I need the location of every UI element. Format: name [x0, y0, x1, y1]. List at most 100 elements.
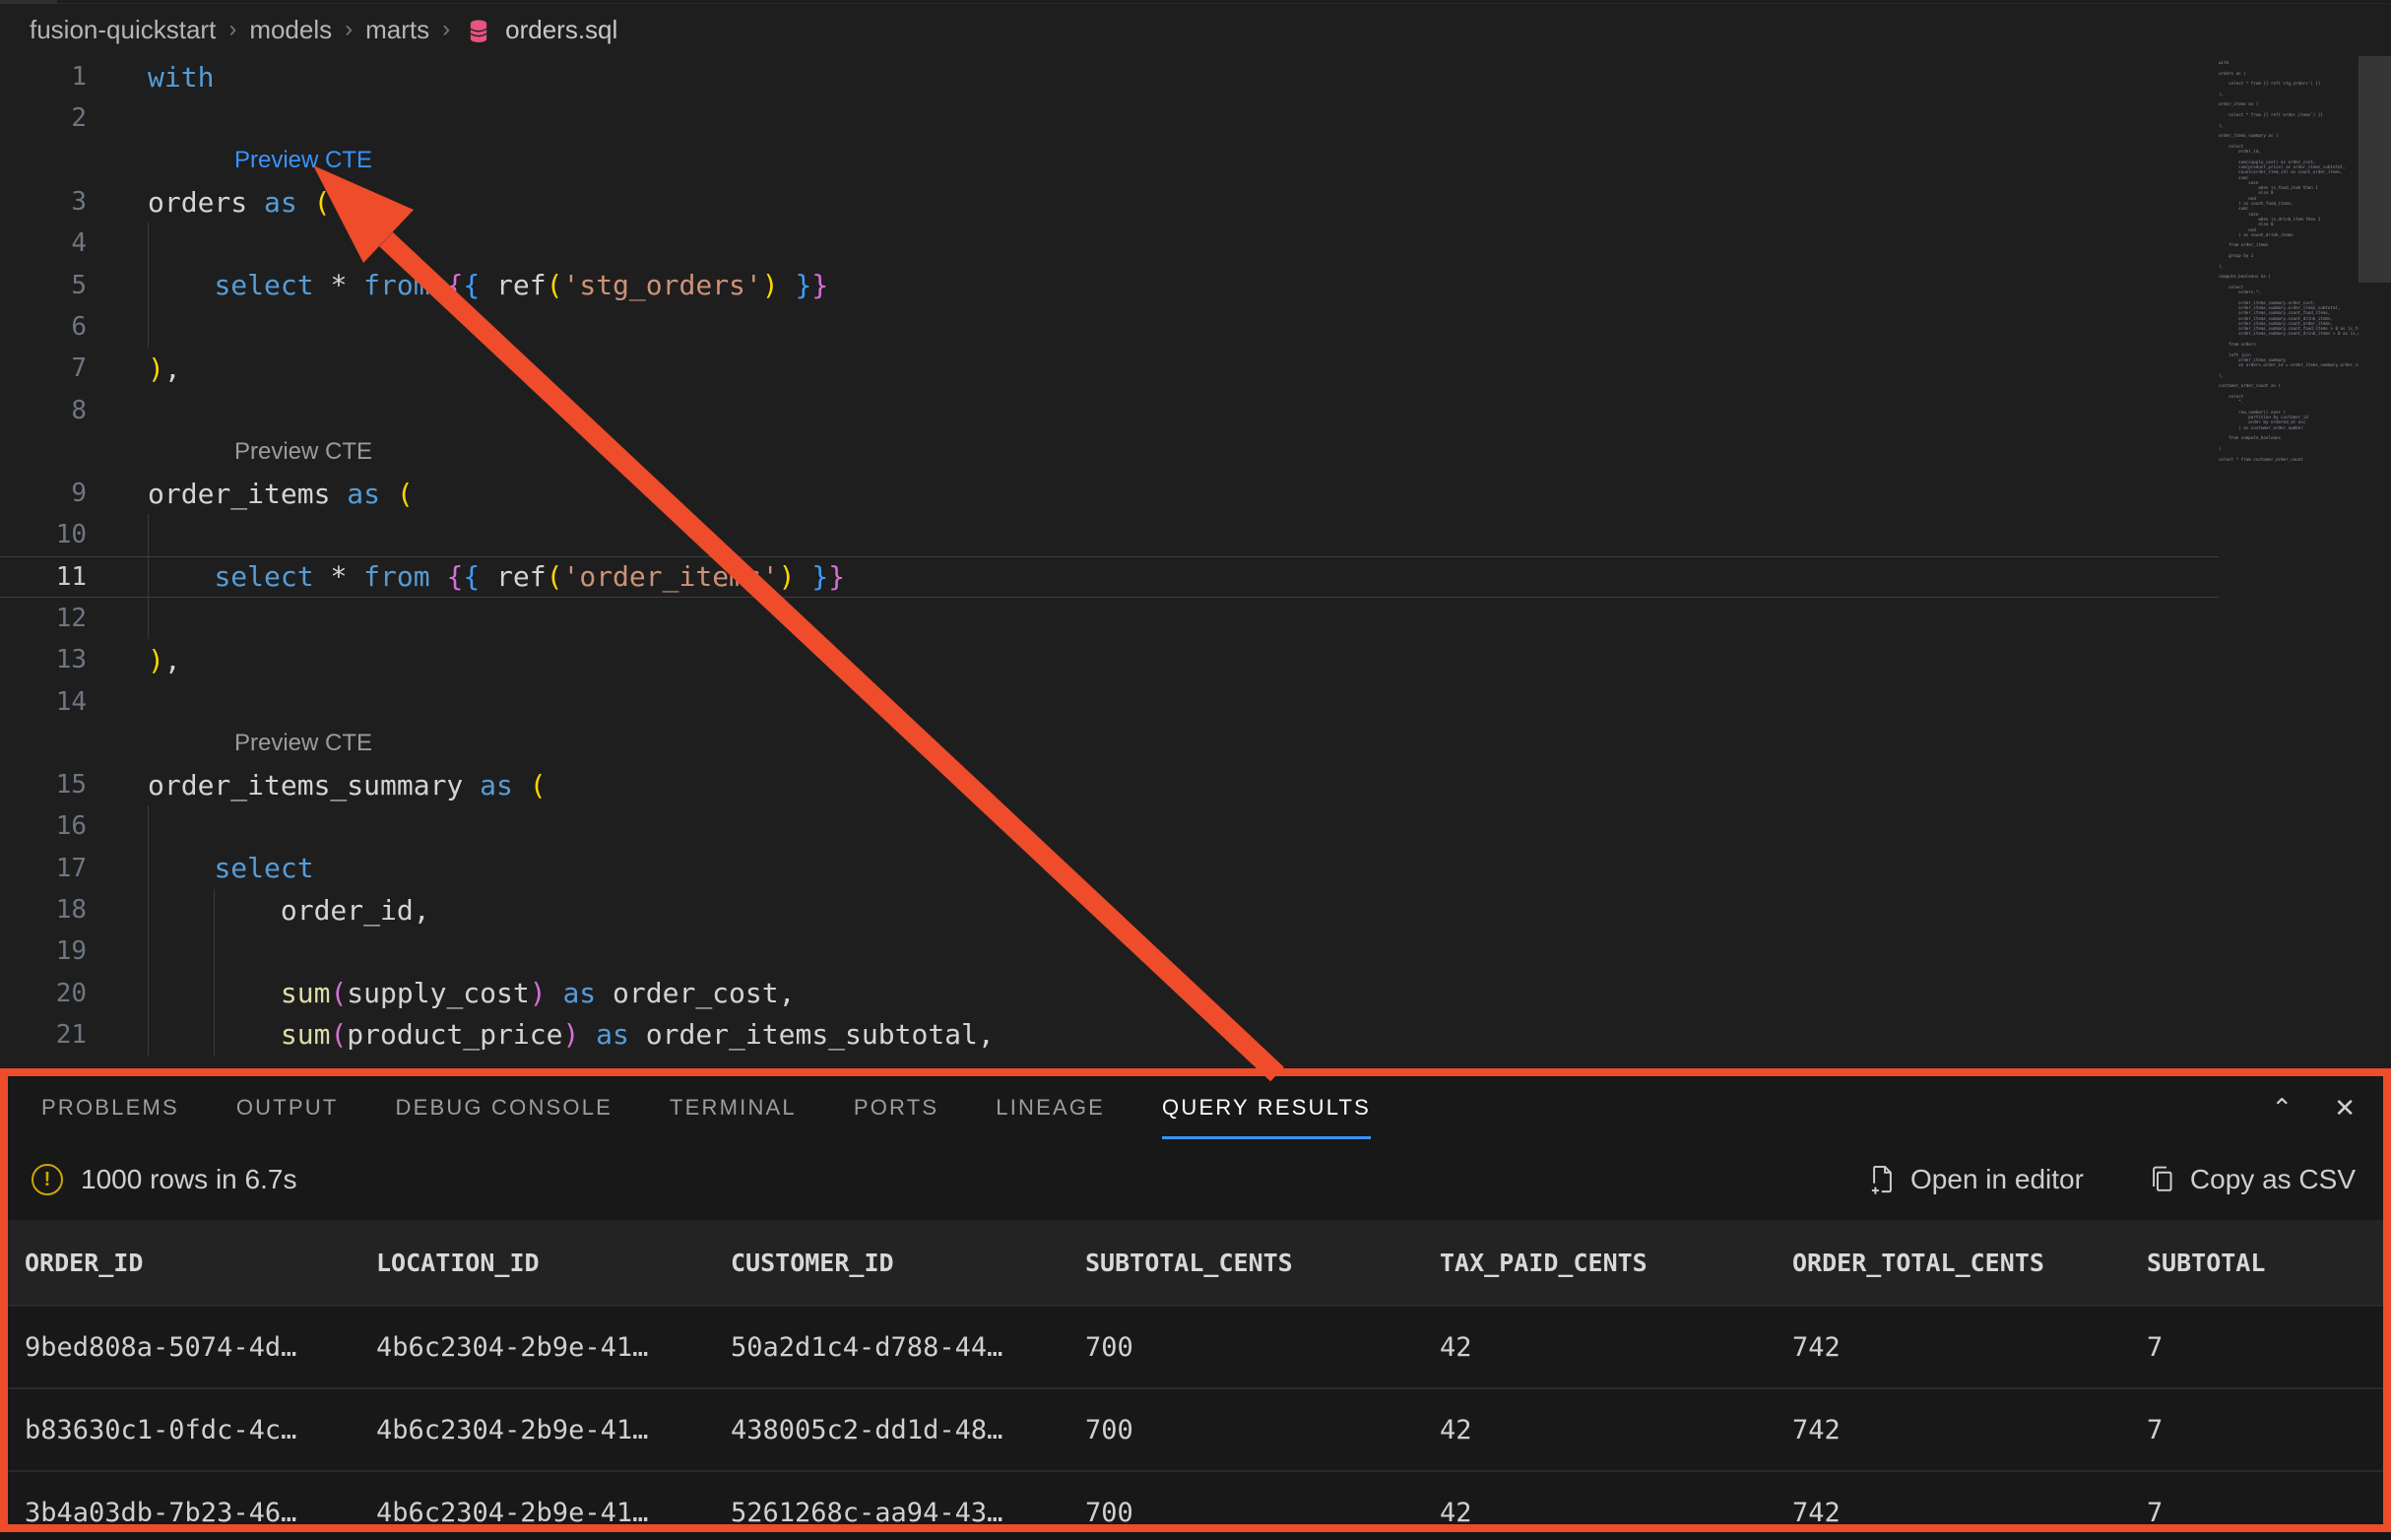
column-header[interactable]: ORDER_TOTAL_CENTS [1792, 1249, 2147, 1277]
preview-cte-link[interactable]: Preview CTE [234, 147, 372, 174]
tab-terminal[interactable]: TERMINAL [670, 1076, 797, 1139]
code-text[interactable] [148, 930, 2359, 972]
code-lens-row: Preview CTE [0, 431, 2359, 473]
code-text[interactable]: sum(supply_cost) as order_cost, [148, 973, 2359, 1014]
indent-guide [148, 889, 149, 930]
column-header[interactable]: SUBTOTAL [2147, 1249, 2383, 1277]
line-number: 6 [0, 312, 87, 342]
line-number: 21 [0, 1020, 87, 1050]
table-cell: b83630c1-0fdc-4c… [25, 1415, 376, 1445]
tab-ports[interactable]: PORTS [854, 1076, 938, 1139]
code-text[interactable] [148, 805, 2359, 847]
column-header[interactable]: LOCATION_ID [376, 1249, 731, 1277]
code-text[interactable]: ), [148, 348, 2359, 389]
code-text[interactable] [148, 680, 2359, 722]
tab-lineage[interactable]: LINEAGE [996, 1076, 1105, 1139]
code-line: 19 [0, 930, 2359, 972]
column-header[interactable]: ORDER_ID [25, 1249, 376, 1277]
code-text[interactable] [148, 598, 2359, 639]
code-text[interactable] [148, 223, 2359, 264]
editor-scrollbar[interactable] [2359, 56, 2391, 283]
table-cell: 700 [1085, 1415, 1440, 1445]
code-line: 21 sum(product_price) as order_items_sub… [0, 1014, 2359, 1056]
chevron-up-icon[interactable]: ⌃ [2271, 1095, 2293, 1121]
breadcrumb: fusion-quickstart › models › marts › orders.… [0, 4, 2391, 55]
line-number: 3 [0, 187, 87, 217]
table-cell: 7 [2147, 1415, 2383, 1445]
indent-guide [148, 848, 149, 889]
code-text[interactable]: sum(product_price) as order_items_subtot… [148, 1014, 2359, 1056]
breadcrumb-separator: › [228, 16, 236, 43]
code-text[interactable] [148, 514, 2359, 555]
copy-as-csv-button[interactable]: Copy as CSV [2149, 1164, 2356, 1195]
table-cell: 42 [1440, 1332, 1792, 1363]
tab-output[interactable]: OUTPUT [236, 1076, 339, 1139]
table-cell: 742 [1792, 1332, 2147, 1363]
indent-guide [148, 264, 149, 305]
warning-icon: ! [32, 1164, 63, 1195]
minimap[interactable]: with orders as ( select * from {{ ref('s… [2219, 56, 2359, 667]
table-cell: 9bed808a-5074-4d… [25, 1332, 376, 1363]
table-cell: 5261268c-aa94-43… [731, 1498, 1085, 1528]
breadcrumb-item[interactable]: fusion-quickstart [30, 15, 216, 45]
code-line: 4 [0, 223, 2359, 264]
table-cell: 42 [1440, 1498, 1792, 1528]
column-header[interactable]: TAX_PAID_CENTS [1440, 1249, 1792, 1277]
tab-problems[interactable]: PROBLEMS [41, 1076, 179, 1139]
indent-guide [214, 889, 215, 930]
code-text[interactable]: with [148, 56, 2359, 97]
table-cell: 4b6c2304-2b9e-41… [376, 1332, 731, 1363]
breadcrumb-separator: › [345, 16, 353, 43]
indent-guide [214, 930, 215, 972]
line-number: 19 [0, 936, 87, 966]
tab-query-results[interactable]: QUERY RESULTS [1162, 1076, 1371, 1139]
code-text[interactable]: ), [148, 639, 2359, 680]
code-text[interactable]: order_items_summary as ( [148, 764, 2359, 805]
code-line: 20 sum(supply_cost) as order_cost, [0, 973, 2359, 1014]
table-cell: 742 [1792, 1498, 2147, 1528]
line-number: 1 [0, 62, 87, 92]
code-text[interactable]: select [148, 848, 2359, 889]
line-number: 18 [0, 895, 87, 925]
breadcrumb-item[interactable]: marts [365, 15, 429, 45]
table-row[interactable]: 9bed808a-5074-4d…4b6c2304-2b9e-41…50a2d1… [8, 1305, 2383, 1387]
code-line: 6 [0, 306, 2359, 348]
column-header[interactable]: SUBTOTAL_CENTS [1085, 1249, 1440, 1277]
preview-cte-link[interactable]: Preview CTE [234, 730, 372, 757]
open-in-editor-button[interactable]: Open in editor [1869, 1164, 2084, 1195]
code-text[interactable]: order_id, [148, 889, 2359, 930]
breadcrumb-separator: › [442, 16, 450, 43]
table-row[interactable]: b83630c1-0fdc-4c…4b6c2304-2b9e-41…438005… [8, 1387, 2383, 1470]
preview-cte-link[interactable]: Preview CTE [234, 438, 372, 466]
table-cell: 50a2d1c4-d788-44… [731, 1332, 1085, 1363]
code-line: 15order_items_summary as ( [0, 764, 2359, 805]
indent-guide [214, 973, 215, 1014]
breadcrumb-item[interactable]: models [249, 15, 332, 45]
code-area[interactable]: 1 with2 Preview CTE 3 orders as (4 5 select *… [0, 56, 2359, 1056]
code-text[interactable]: order_items as ( [148, 473, 2359, 514]
code-line: 2 [0, 97, 2359, 139]
line-number: 11 [0, 562, 87, 592]
code-text[interactable] [148, 97, 2359, 139]
line-number: 5 [0, 271, 87, 300]
line-number: 10 [0, 520, 87, 549]
indent-guide [214, 1014, 215, 1056]
code-text[interactable] [148, 389, 2359, 430]
code-line: 1 with [0, 56, 2359, 97]
tab-debug-console[interactable]: DEBUG CONSOLE [396, 1076, 614, 1139]
close-icon[interactable]: ✕ [2334, 1095, 2356, 1121]
table-row[interactable]: 3b4a03db-7b23-46…4b6c2304-2b9e-41…526126… [8, 1470, 2383, 1532]
table-cell: 42 [1440, 1415, 1792, 1445]
breadcrumb-file[interactable]: orders.sql [505, 15, 617, 45]
line-number: 16 [0, 811, 87, 841]
indent-guide [148, 223, 149, 264]
code-text[interactable]: orders as ( [148, 181, 2359, 223]
code-text[interactable]: select * from {{ ref('stg_orders') }} [148, 264, 2359, 305]
code-text[interactable] [148, 306, 2359, 348]
results-status: 1000 rows in 6.7s [81, 1164, 296, 1195]
line-number: 20 [0, 979, 87, 1008]
code-lens-row: Preview CTE [0, 140, 2359, 181]
code-line: 9order_items as ( [0, 473, 2359, 514]
column-header[interactable]: CUSTOMER_ID [731, 1249, 1085, 1277]
code-text[interactable]: select * from {{ ref('order_items') }} [148, 557, 2359, 597]
